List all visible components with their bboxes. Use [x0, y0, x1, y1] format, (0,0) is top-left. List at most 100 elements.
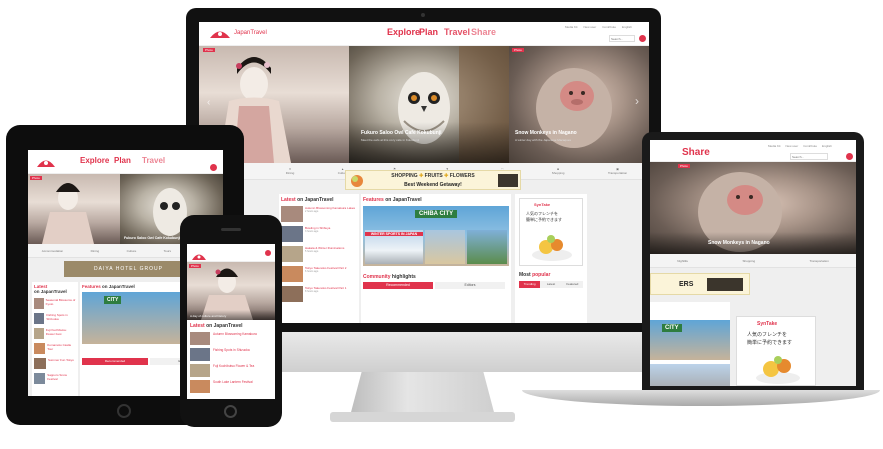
top-link-contribute[interactable]: Contribute: [602, 25, 616, 29]
community-heading: Community highlights: [363, 274, 416, 280]
laptop-category-shopping[interactable]: Shopping: [742, 259, 755, 263]
laptop-link-media-kit[interactable]: Media Kit: [768, 144, 781, 148]
tablet-home-button[interactable]: [117, 404, 131, 418]
laptop-category-transportation[interactable]: Transportation: [810, 259, 829, 263]
laptop-link-language[interactable]: English: [822, 144, 832, 148]
list-item[interactable]: Tokyo Takenoko Festival Part 18 hours ag…: [281, 286, 357, 303]
nav-share[interactable]: Share: [471, 27, 496, 37]
features-hero-image[interactable]: CHIBA CITY WINTER SPORTS IN JAPAN: [363, 206, 509, 266]
tablet-category-dining[interactable]: Dining: [91, 249, 100, 253]
tab-editors[interactable]: Editors: [435, 282, 505, 289]
top-link-media-kit[interactable]: Media Kit: [565, 25, 578, 29]
list-item[interactable]: Kumamoto Castle Tour: [34, 343, 76, 355]
phone-latest-list: Autumn Blossoming Kamakura Fishing Spots…: [190, 332, 272, 394]
tablet-hero-geisha[interactable]: [28, 174, 120, 244]
top-link-language[interactable]: English: [622, 25, 632, 29]
ad-brand: SynTake: [534, 202, 551, 207]
logo-icon[interactable]: [209, 26, 231, 38]
laptop-avatar[interactable]: [846, 153, 853, 160]
list-item[interactable]: Seasonal Blossoms of Kyoto: [34, 298, 76, 310]
list-item[interactable]: Autumn Blossoming Kamakura: [190, 332, 272, 346]
laptop-category-nightlife[interactable]: Nightlife: [677, 259, 688, 263]
laptop-city-sign: CITY: [662, 324, 682, 332]
popular-tabs: Trending Latest Featured: [519, 281, 583, 288]
phone-logo-icon[interactable]: [191, 248, 207, 260]
banner-cta[interactable]: [498, 174, 518, 187]
list-item[interactable]: Autumn Blossoming Kamakura Lakes 2 hours …: [281, 206, 357, 223]
tab-latest[interactable]: Latest: [540, 281, 562, 288]
phone-header: [187, 244, 275, 262]
top-link-new-user[interactable]: New user: [584, 25, 597, 29]
tab-trending[interactable]: Trending: [519, 281, 541, 288]
hero-title-owl[interactable]: Fukuro Saloo Owl Cafe Kokubunji: [361, 130, 442, 136]
list-item[interactable]: South Lake Lantern Festival: [190, 380, 272, 394]
thumbnail: [190, 348, 210, 361]
imac-camera: [421, 13, 425, 17]
tablet-latest-heading: Latest on JapanTravel: [34, 284, 67, 294]
tab-recommended[interactable]: Recommended: [363, 282, 433, 289]
category-transportation[interactable]: ▣ Transportation: [608, 167, 627, 175]
laptop-link-new-user[interactable]: New user: [786, 144, 799, 148]
banner-line-1: SHOPPING ✚ FRUITS ✚ FLOWERS: [391, 173, 475, 179]
hero-next-icon[interactable]: ›: [635, 94, 639, 108]
nav-explore[interactable]: Explore: [387, 27, 420, 37]
hero-prev-icon[interactable]: ‹: [207, 97, 217, 108]
tablet-category-culture[interactable]: Culture: [127, 249, 137, 253]
banner-ad[interactable]: SHOPPING ✚ FRUITS ✚ FLOWERS Best Weekend…: [345, 170, 521, 190]
list-item[interactable]: Bowling in Shibuya 3 hours ago: [281, 226, 357, 243]
features-thumb-winter[interactable]: WINTER SPORTS IN JAPAN: [365, 230, 423, 264]
sidebar-ad[interactable]: SynTake 人気のフレンチを 簡単に予約できます: [519, 198, 583, 266]
tablet-nav-plan[interactable]: Plan: [114, 156, 131, 165]
phone-home-button[interactable]: [224, 405, 237, 418]
features-thumb-2[interactable]: [425, 230, 465, 264]
list-item[interactable]: Sapporo Snow Festival: [34, 373, 76, 385]
hero-slide-monkey[interactable]: [509, 46, 649, 163]
list-item[interactable]: Fuji Kuchibutsu Flower Fest: [34, 328, 76, 340]
laptop-banner-text: ERS: [679, 281, 694, 288]
nav-travel[interactable]: Travel: [444, 27, 470, 37]
phone-avatar[interactable]: [265, 250, 271, 256]
laptop-nav-share[interactable]: Share: [682, 147, 710, 158]
laptop-banner-cta[interactable]: [707, 278, 743, 291]
nav-plan[interactable]: Plan: [419, 27, 438, 37]
laptop-header: Share Media Kit New user Contribute Engl…: [650, 140, 856, 162]
list-item[interactable]: Fuji Kuchibutsu Flower & Tea: [190, 364, 272, 378]
logo-text[interactable]: JapanTravel: [234, 30, 267, 36]
list-item[interactable]: Tokyo Takenoko Festival Part 26 hours ag…: [281, 266, 357, 283]
laptop-ad-food: [753, 351, 803, 385]
list-item[interactable]: Hakata & Winter Illuminations 5 hours ago: [281, 246, 357, 263]
laptop-ad-text-1: 人気のフレンチを: [747, 332, 788, 338]
tablet-tab-recommended[interactable]: Recommended: [82, 358, 148, 365]
features-heading: Features on JapanTravel: [363, 197, 422, 203]
list-item[interactable]: Summer Fun Tokyo: [34, 358, 76, 370]
laptop-ad[interactable]: SynTake 人気のフレンチを 簡単に予約できます: [736, 316, 816, 386]
tablet-category-tours[interactable]: Tours: [164, 249, 171, 253]
avatar[interactable]: [639, 35, 646, 42]
search-input[interactable]: [609, 35, 635, 42]
list-item[interactable]: Fishing Spots in Shizuoka: [190, 348, 272, 362]
laptop-features-image[interactable]: CITY: [650, 320, 730, 360]
ad-text-2: 簡単に予約できます: [526, 217, 562, 222]
hero-title-monkey[interactable]: Snow Monkeys in Nagano: [515, 130, 577, 136]
category-shopping[interactable]: ■ Shopping: [552, 167, 565, 175]
laptop-hero-title[interactable]: Snow Monkeys in Nagano: [708, 240, 770, 246]
laptop-link-contribute[interactable]: Contribute: [803, 144, 817, 148]
laptop-features-thumb[interactable]: [650, 364, 730, 386]
tablet-nav-explore[interactable]: Explore: [80, 156, 109, 165]
list-item[interactable]: Fishing Spots in Shizuoka: [34, 313, 76, 325]
tab-featured[interactable]: Featured: [561, 281, 583, 288]
features-thumb-3[interactable]: [467, 230, 507, 264]
hero-sub-owl: Meet the owls at this cozy cafe in Kokub…: [361, 138, 420, 142]
tablet-logo-icon[interactable]: [36, 155, 56, 167]
category-dining[interactable]: ✕ Dining: [286, 167, 295, 175]
laptop-search-input[interactable]: [790, 153, 828, 160]
laptop-banner[interactable]: ERS: [650, 273, 750, 295]
sidebar-panel: SynTake 人気のフレンチを 簡単に予約できます Most popular …: [515, 194, 587, 323]
tablet-nav-travel[interactable]: Travel: [142, 156, 165, 165]
tablet-category-accommodation[interactable]: Accommodation: [42, 249, 64, 253]
tablet-hero-title[interactable]: Fukuro Saloo Owl Cafe Kokubunji: [124, 236, 180, 240]
tablet-header: Explore Plan Travel: [28, 150, 223, 174]
laptop-features: CITY: [650, 302, 730, 386]
tablet-banner[interactable]: DAIYA HOTEL GROUP: [64, 261, 184, 277]
tablet-avatar[interactable]: [210, 164, 217, 171]
